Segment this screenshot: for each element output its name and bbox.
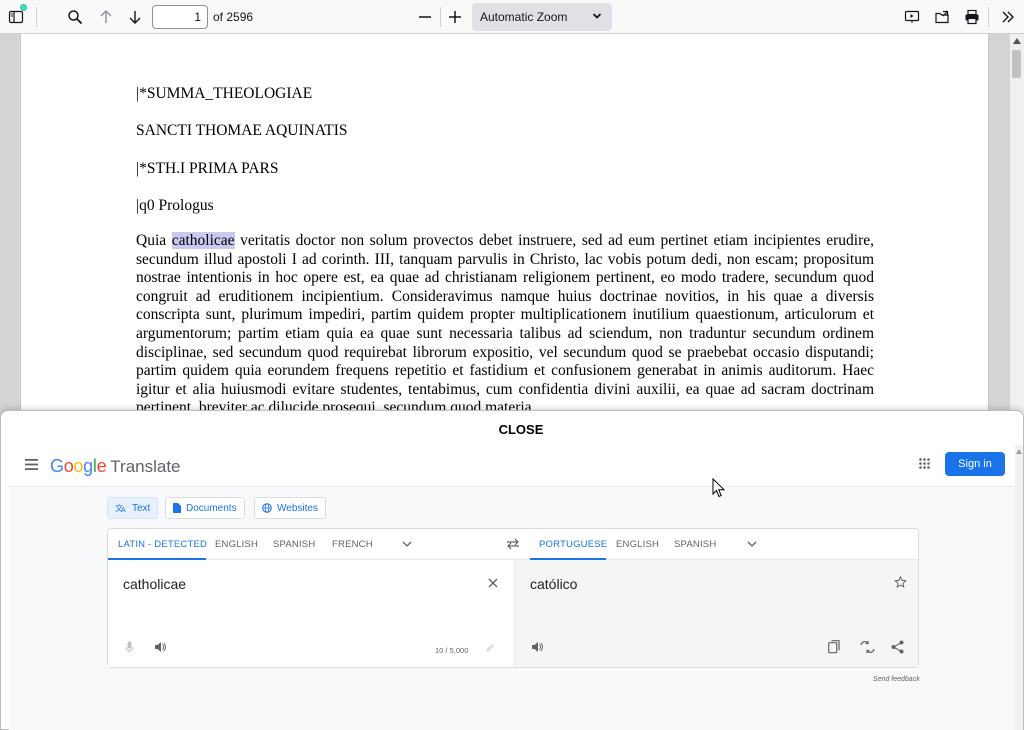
mode-websites-label: Websites: [277, 502, 318, 514]
zoom-out-button[interactable]: [412, 4, 438, 30]
target-lang-spanish[interactable]: SPANISH: [674, 539, 716, 550]
toolbar-separator: [988, 7, 989, 27]
next-page-button[interactable]: [122, 4, 148, 30]
google-translate-logo[interactable]: Google Translate: [50, 456, 181, 477]
toolbar-separator: [440, 7, 441, 27]
translation-panel: LATIN - DETECTED ENGLISH SPANISH FRENCH …: [107, 528, 919, 668]
source-lang-detected[interactable]: LATIN - DETECTED: [118, 539, 207, 550]
document-title: |*SUMMA_THEOLOGIAE: [136, 85, 313, 102]
zoom-out-icon: [419, 16, 431, 18]
clear-text-icon[interactable]: [488, 578, 498, 588]
paragraph-rest: veritatis doctor non solum provectos deb…: [136, 232, 874, 417]
overlay-scrollbar[interactable]: [1015, 445, 1023, 730]
source-lang-french[interactable]: FRENCH: [332, 539, 373, 550]
zoom-select[interactable]: Automatic Zoom: [472, 3, 612, 31]
zoom-in-button[interactable]: [442, 4, 468, 30]
source-lang-more-icon[interactable]: [401, 538, 413, 550]
speaker-icon[interactable]: [531, 641, 543, 653]
apps-grid-icon[interactable]: [919, 458, 930, 469]
pdf-toolbar: of 2596 Automatic Zoom: [0, 0, 1024, 34]
zoom-in-icon: [449, 11, 461, 23]
next-page-icon: [129, 11, 141, 24]
paragraph-start: Quia: [136, 232, 172, 249]
mouse-cursor-icon: [712, 478, 725, 498]
target-lang-portuguese[interactable]: PORTUGUESE: [539, 539, 607, 550]
scroll-up-arrow-icon[interactable]: [1013, 38, 1021, 44]
zoom-select-value: Automatic Zoom: [480, 10, 568, 24]
previous-page-icon: [100, 10, 112, 23]
star-icon[interactable]: [894, 576, 907, 589]
translate-icon: 文A: [115, 503, 126, 513]
prologue-paragraph: Quia catholicae veritatis doctor non sol…: [136, 232, 874, 418]
translate-overlay: CLOSE Google Translate Sign in 文A Text Do…: [0, 410, 1024, 730]
notification-dot: [20, 4, 27, 11]
presentation-mode-button[interactable]: [899, 4, 925, 30]
microphone-icon[interactable]: [125, 641, 134, 653]
selected-word[interactable]: catholicae: [171, 232, 235, 249]
open-file-button[interactable]: [929, 4, 955, 30]
source-lang-english[interactable]: ENGLISH: [215, 539, 258, 550]
sign-in-button[interactable]: Sign in: [945, 452, 1005, 476]
source-lang-spanish[interactable]: SPANISH: [273, 539, 315, 550]
search-icon: [68, 10, 83, 25]
mode-documents-label: Documents: [186, 502, 237, 514]
tools-icon: [1002, 11, 1014, 23]
previous-page-button[interactable]: [93, 4, 119, 30]
translated-text: católico: [530, 576, 578, 592]
document-section: |q0 Prologus: [136, 197, 214, 214]
search-button[interactable]: [62, 4, 88, 30]
character-counter: 10 / 5,000: [435, 646, 469, 655]
mode-websites-button[interactable]: Websites: [254, 497, 326, 519]
target-lang-more-icon[interactable]: [746, 538, 758, 550]
pencil-icon[interactable]: [485, 643, 495, 653]
translate-header: Google Translate Sign in: [9, 445, 1019, 487]
product-name: Translate: [110, 457, 181, 476]
chevron-down-icon: [592, 13, 602, 19]
scroll-thumb[interactable]: [1012, 50, 1021, 78]
page-number-input[interactable]: [152, 5, 208, 29]
language-bar: LATIN - DETECTED ENGLISH SPANISH FRENCH …: [108, 529, 918, 560]
source-text[interactable]: catholicae: [123, 576, 186, 592]
page-count: of 2596: [213, 10, 254, 24]
mode-text-label: Text: [132, 502, 151, 514]
translate-body: 文A Text Documents Websites LATIN - DETEC…: [9, 487, 1019, 730]
open-file-icon: [935, 10, 949, 24]
svg-text:A: A: [121, 507, 126, 513]
mode-documents-button[interactable]: Documents: [165, 497, 245, 519]
speaker-icon[interactable]: [154, 641, 166, 653]
translate-frame: Google Translate Sign in 文A Text Document…: [9, 445, 1019, 730]
menu-icon[interactable]: [25, 459, 38, 470]
tools-button[interactable]: [995, 4, 1021, 30]
presentation-mode-icon: [904, 10, 920, 23]
target-lang-english[interactable]: ENGLISH: [616, 539, 659, 550]
google-logo: Google: [50, 456, 107, 476]
print-button[interactable]: [959, 4, 985, 30]
globe-icon: [262, 503, 272, 513]
source-text-area[interactable]: catholicae 10 / 5,000: [108, 560, 514, 667]
send-feedback-link[interactable]: Send feedback: [873, 676, 920, 683]
sidebar-toggle-icon: [8, 10, 24, 24]
share-icon[interactable]: [891, 640, 904, 654]
mode-text-button[interactable]: 文A Text: [107, 497, 159, 519]
rate-translation-icon[interactable]: [860, 640, 875, 654]
swap-languages-icon[interactable]: [506, 538, 520, 550]
scroll-up-arrow-icon[interactable]: [1016, 449, 1022, 454]
document-author: SANCTI THOMAE AQUINATIS: [136, 122, 348, 139]
copy-icon[interactable]: [828, 640, 841, 654]
toolbar-separator: [36, 7, 37, 27]
close-button[interactable]: CLOSE: [1, 422, 1024, 437]
print-icon: [965, 9, 979, 25]
document-icon: [173, 503, 181, 513]
document-part: |*STH.I PRIMA PARS: [136, 160, 279, 177]
target-text-area: católico: [514, 560, 918, 667]
